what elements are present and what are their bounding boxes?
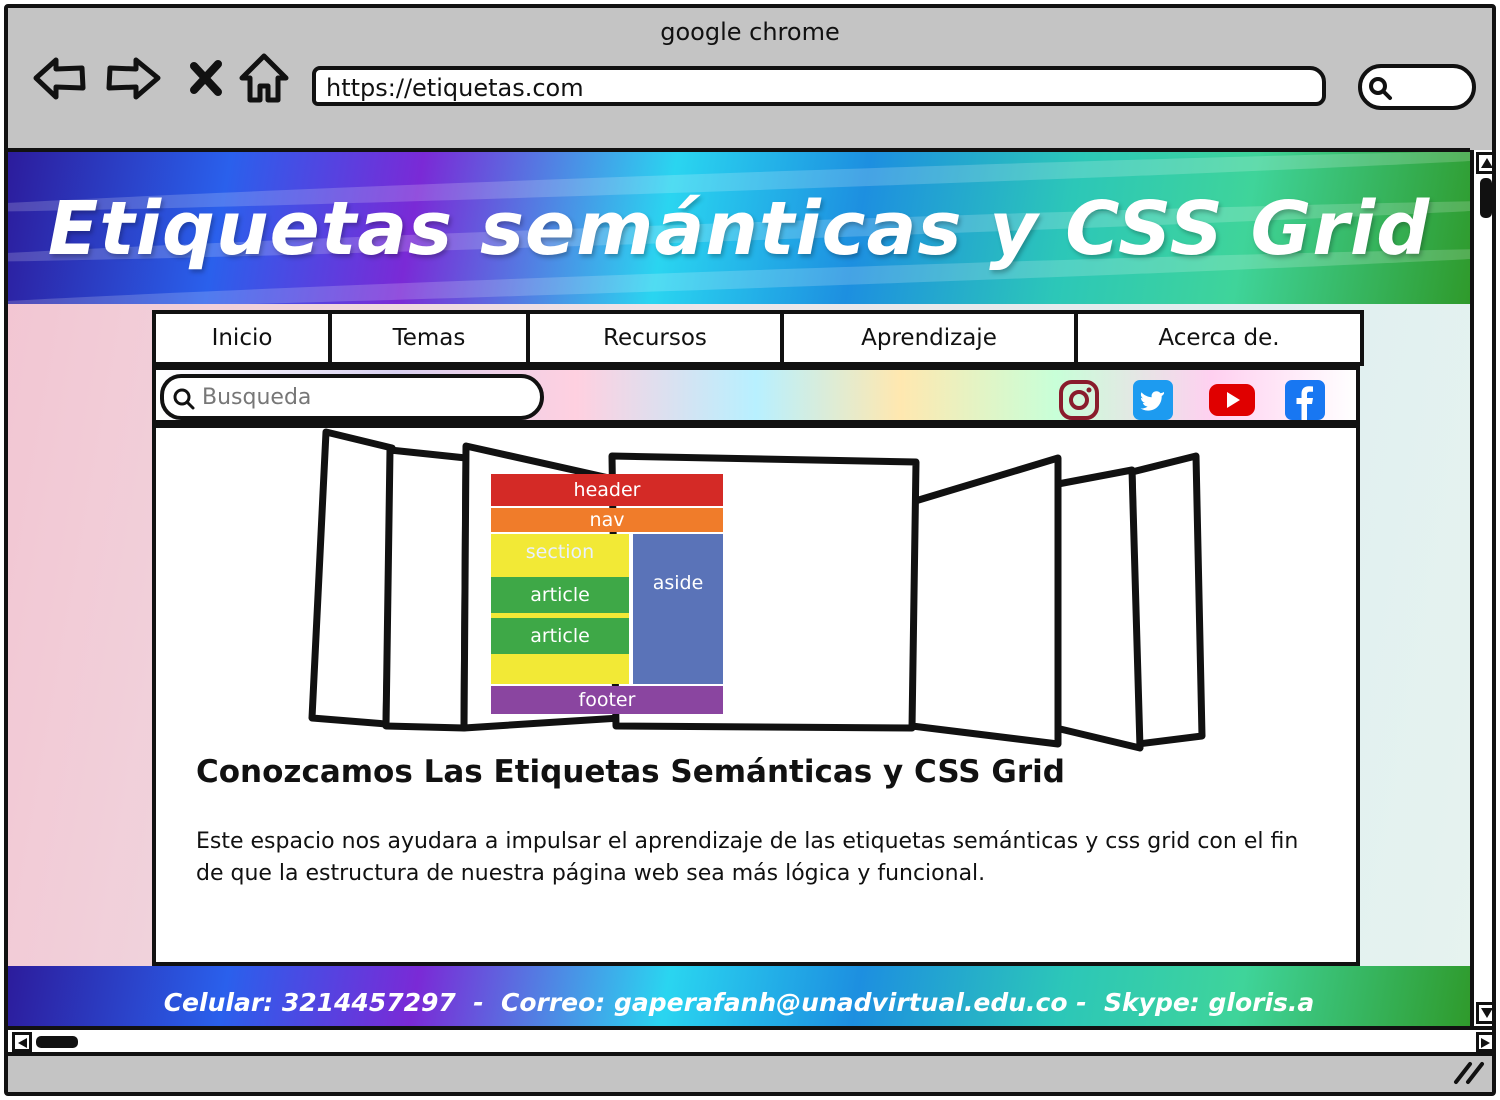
main-content: header nav section article article aside… (152, 424, 1360, 966)
instagram-link[interactable] (1058, 379, 1100, 421)
css-grid-layout-diagram: header nav section article article aside… (491, 474, 723, 714)
browser-search-button[interactable] (1358, 64, 1476, 110)
search-input[interactable] (202, 382, 532, 412)
facebook-icon (1285, 380, 1325, 420)
youtube-link[interactable] (1208, 379, 1255, 421)
forward-arrow-icon (106, 57, 161, 100)
nav-item-acerca[interactable]: Acerca de. (1078, 314, 1360, 362)
grid-area-article: article (491, 577, 629, 613)
nav-item-recursos[interactable]: Recursos (530, 314, 784, 362)
site-footer: Celular: 3214457297 - Correo: gaperafanh… (8, 966, 1470, 1026)
carousel-slide (908, 454, 1062, 748)
search-social-bar (152, 366, 1360, 424)
vertical-scroll-thumb[interactable] (1480, 178, 1492, 218)
grid-area-section: section (525, 541, 595, 563)
page-viewport: Etiquetas semánticas y CSS Grid Inicio T… (8, 148, 1470, 1026)
nav-item-inicio[interactable]: Inicio (156, 314, 332, 362)
stop-button[interactable] (180, 50, 236, 106)
youtube-icon (1209, 384, 1255, 416)
content-paragraph: Este espacio nos ayudara a impulsar el a… (196, 829, 1299, 886)
scroll-up-button[interactable] (1476, 152, 1492, 174)
resize-grip-icon[interactable] (1452, 1058, 1486, 1086)
home-button[interactable] (236, 50, 292, 106)
grid-area-aside: aside (633, 534, 723, 684)
main-nav: Inicio Temas Recursos Aprendizaje Acerca… (152, 310, 1364, 366)
arrow-right-icon (1481, 1038, 1490, 1048)
arrow-down-icon (1481, 1008, 1492, 1018)
back-button[interactable] (32, 50, 88, 106)
scroll-right-button[interactable] (1476, 1032, 1492, 1052)
carousel-slide (382, 446, 470, 732)
horizontal-scroll-thumb[interactable] (36, 1036, 78, 1048)
nav-item-temas[interactable]: Temas (332, 314, 530, 362)
forward-button[interactable] (106, 50, 162, 106)
grid-area-article: article (491, 618, 629, 654)
site-title: Etiquetas semánticas y CSS Grid (47, 186, 1431, 272)
address-bar[interactable]: https://etiquetas.com (312, 66, 1326, 106)
home-icon (239, 53, 289, 103)
vertical-scrollbar[interactable] (1470, 150, 1492, 1026)
search-icon (173, 388, 195, 410)
search-icon (1369, 77, 1392, 100)
site-header: Etiquetas semánticas y CSS Grid (8, 152, 1470, 304)
grid-area-header: header (491, 474, 723, 506)
scroll-down-button[interactable] (1476, 1002, 1492, 1024)
nav-item-aprendizaje[interactable]: Aprendizaje (784, 314, 1078, 362)
content-heading: Conozcamos Las Etiquetas Semánticas y CS… (196, 754, 1065, 790)
window-title: google chrome (660, 18, 840, 46)
arrow-up-icon (1481, 158, 1492, 168)
grid-area-nav: nav (491, 508, 723, 532)
footer-contact: Celular: 3214457297 - Correo: gaperafanh… (163, 988, 1315, 1017)
instagram-icon (1059, 380, 1099, 420)
image-carousel (308, 428, 1206, 752)
arrow-left-icon (18, 1038, 27, 1048)
facebook-link[interactable] (1284, 379, 1326, 421)
url-text: https://etiquetas.com (326, 74, 584, 102)
search-box[interactable] (160, 374, 544, 420)
carousel-slide (1052, 466, 1144, 752)
grid-area-footer: footer (491, 686, 723, 714)
scroll-left-button[interactable] (12, 1032, 32, 1052)
carousel-slide (1128, 452, 1206, 748)
twitter-link[interactable] (1132, 379, 1174, 421)
browser-window: google chrome https://etiquetas.com Etiq… (4, 4, 1496, 1096)
back-arrow-icon (33, 57, 86, 100)
close-icon (190, 60, 222, 96)
twitter-icon (1133, 380, 1173, 420)
horizontal-scrollbar[interactable] (8, 1026, 1492, 1056)
carousel-slide (308, 428, 396, 728)
